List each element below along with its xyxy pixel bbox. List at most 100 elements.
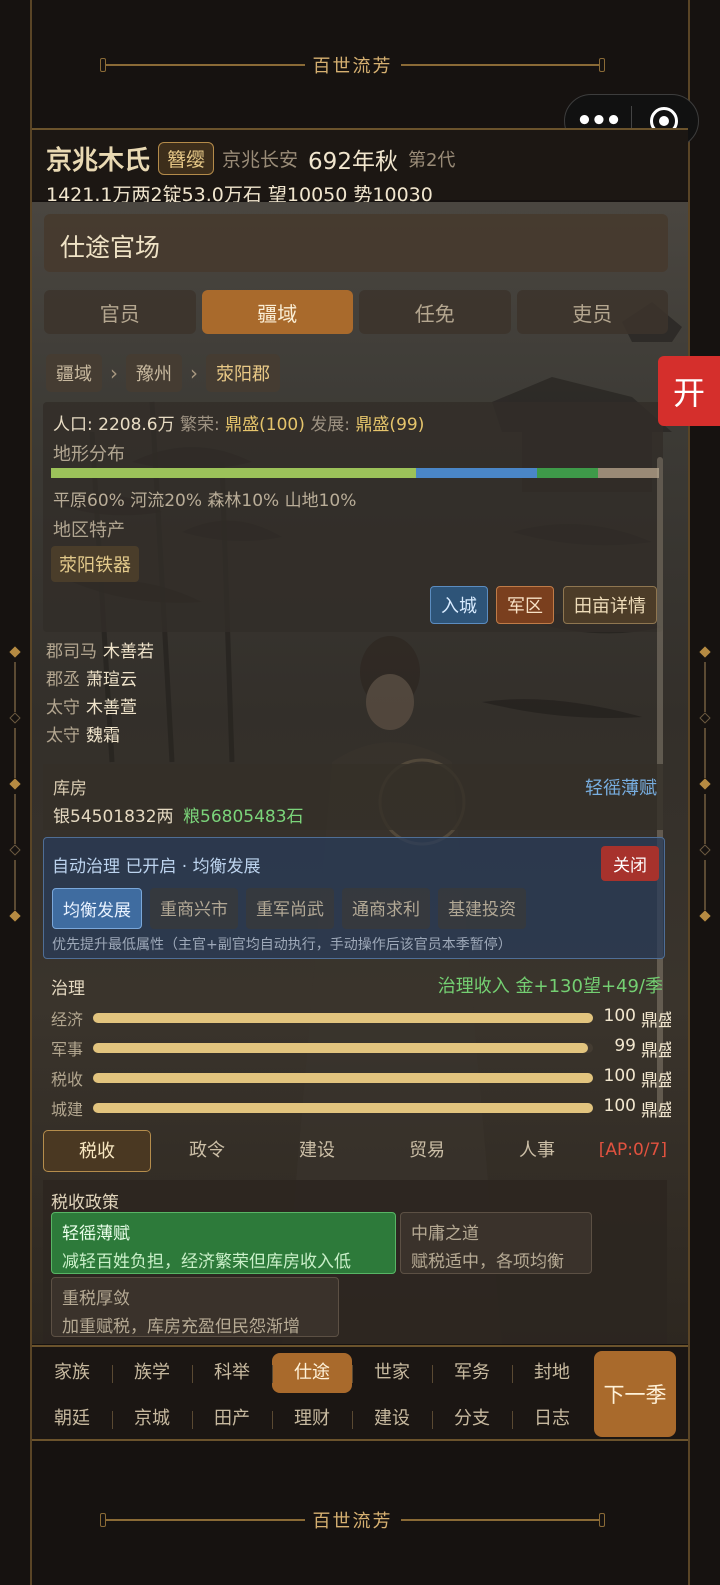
nav-log[interactable]: 日志 xyxy=(512,1399,592,1439)
tab-territory[interactable]: 疆域 xyxy=(201,290,353,334)
chevron-right-icon: › xyxy=(190,361,198,385)
stat-fill xyxy=(93,1103,593,1113)
stat-value: 100 xyxy=(603,1066,636,1086)
nav-family[interactable]: 家族 xyxy=(32,1353,112,1393)
right-side-ornament xyxy=(697,640,713,930)
open-side-button[interactable]: 开 xyxy=(658,356,720,426)
nav-career[interactable]: 仕途 xyxy=(272,1353,352,1393)
development-value: 鼎盛(99) xyxy=(355,415,425,435)
policy-card-light-tax[interactable]: 轻徭薄赋 减轻百姓负担，经济繁荣但库房收入低 xyxy=(51,1212,396,1274)
official-row[interactable]: 郡丞 萧瑄云 xyxy=(46,666,154,694)
stat-value: 100 xyxy=(603,1096,636,1116)
treasury-panel: 库房 轻徭薄赋 银54501832两 粮56805483石 xyxy=(43,764,663,830)
stat-tier: 鼎盛 xyxy=(641,1101,671,1121)
year-label: 692年秋 xyxy=(308,148,398,175)
silver-amount: 银54501832两 xyxy=(53,807,174,827)
nav-construction[interactable]: 建设 xyxy=(352,1399,432,1439)
stat-fill xyxy=(93,1073,593,1083)
treasury-label: 库房 xyxy=(53,779,87,799)
auto-govern-close-button[interactable]: 关闭 xyxy=(601,846,659,881)
terrain-label: 地形分布 xyxy=(53,444,125,465)
tab-officials[interactable]: 官员 xyxy=(44,290,196,334)
mode-infrastructure[interactable]: 基建投资 xyxy=(438,888,526,929)
stat-value: 99 xyxy=(614,1036,636,1056)
governance-panel: 治理 治理收入 金+130望+49/季 经济 100 鼎盛 军事 99 鼎盛 税… xyxy=(43,964,671,1121)
enter-city-button[interactable]: 入城 xyxy=(430,586,488,624)
ornament-line xyxy=(14,794,16,844)
mode-balanced[interactable]: 均衡发展 xyxy=(52,888,142,929)
nav-estates[interactable]: 田产 xyxy=(192,1399,272,1439)
next-season-button[interactable]: 下一季 xyxy=(594,1351,676,1437)
subtab-decrees[interactable]: 政令 xyxy=(153,1130,261,1172)
field-details-button[interactable]: 田亩详情 xyxy=(563,586,657,624)
nav-clan-school[interactable]: 族学 xyxy=(112,1353,192,1393)
specialty-label: 地区特产 xyxy=(53,520,125,541)
stat-military: 军事 99 鼎盛 xyxy=(51,1036,671,1061)
policy-card-heavy-tax[interactable]: 重税厚敛 加重赋税，库房充盈但民怨渐增 xyxy=(51,1277,339,1337)
stat-name: 经济 xyxy=(51,1010,84,1029)
subtab-personnel[interactable]: 人事 xyxy=(483,1130,591,1172)
tab-clerks[interactable]: 吏员 xyxy=(516,290,668,334)
banner-line-left xyxy=(106,64,305,66)
govern-mode-list: 均衡发展 重商兴市 重军尚武 通商求利 基建投资 xyxy=(52,888,526,929)
generation-label: 第2代 xyxy=(407,149,456,171)
breadcrumb-territory[interactable]: 疆域 xyxy=(46,354,102,392)
terrain-distribution-bar xyxy=(51,468,659,478)
policy-card-moderate[interactable]: 中庸之道 赋税适中，各项均衡 xyxy=(400,1212,592,1274)
nav-exam[interactable]: 科举 xyxy=(192,1353,272,1393)
ornament-line xyxy=(14,662,16,712)
stat-economy: 经济 100 鼎盛 xyxy=(51,1006,671,1031)
official-row[interactable]: 太守 木善萱 xyxy=(46,694,154,722)
subtab-trade[interactable]: 贸易 xyxy=(373,1130,481,1172)
mode-trade[interactable]: 通商求利 xyxy=(342,888,430,929)
official-row[interactable]: 太守 魏霜 xyxy=(46,722,154,750)
subtab-tax[interactable]: 税收 xyxy=(43,1130,151,1172)
family-header: 京兆木氏 簪缨 京兆长安 692年秋 第2代 1421.1万两2锭53.0万石 … xyxy=(32,128,688,206)
left-side-ornament xyxy=(7,640,23,930)
stat-fill xyxy=(93,1043,588,1053)
nav-capital[interactable]: 京城 xyxy=(112,1399,192,1439)
population-row: 人口: 2208.6万 繁荣: 鼎盛(100) 发展: 鼎盛(99) xyxy=(53,410,424,435)
stat-fill xyxy=(93,1013,593,1023)
bottom-nav: 家族 族学 科举 仕途 世家 军务 封地 朝廷 京城 田产 理财 建设 分支 日… xyxy=(32,1345,688,1441)
tax-policy-panel: 税收政策 轻徭薄赋 减轻百姓负担，经济繁荣但库房收入低 中庸之道 赋税适中，各项… xyxy=(43,1180,667,1344)
official-name: 木善萱 xyxy=(86,698,137,718)
diamond-icon xyxy=(699,712,711,724)
nav-military[interactable]: 军务 xyxy=(432,1353,512,1393)
banner-line-right xyxy=(400,1519,599,1521)
policy-desc: 加重赋税，库房充盈但民怨渐增 xyxy=(62,1317,300,1337)
nav-finance[interactable]: 理财 xyxy=(272,1399,352,1439)
stat-tier: 鼎盛 xyxy=(641,1071,671,1091)
breadcrumb-province[interactable]: 豫州 xyxy=(126,354,182,392)
subtab-construction[interactable]: 建设 xyxy=(263,1130,371,1172)
diamond-icon xyxy=(699,844,711,856)
ornament-line xyxy=(14,860,16,910)
main-panel: 仕途官场 官员 疆域 任免 吏员 疆域 › 豫州 › 荥阳郡 人口: 2208.… xyxy=(32,202,688,1344)
tab-appointments[interactable]: 任免 xyxy=(359,290,511,334)
breadcrumb: 疆域 › 豫州 › 荥阳郡 xyxy=(46,354,280,392)
terrain-segment xyxy=(598,468,659,478)
mode-commerce[interactable]: 重商兴市 xyxy=(150,888,238,929)
tax-policy-link[interactable]: 轻徭薄赋 xyxy=(585,774,657,800)
stat-tier: 鼎盛 xyxy=(641,1011,671,1031)
diamond-icon xyxy=(699,778,711,790)
stat-construction: 城建 100 鼎盛 xyxy=(51,1096,671,1121)
stat-track xyxy=(93,1103,593,1113)
official-title: 太守 xyxy=(46,726,80,746)
governance-label: 治理 xyxy=(51,979,85,999)
nav-court[interactable]: 朝廷 xyxy=(32,1399,112,1439)
ornament-line xyxy=(704,860,706,910)
stat-name: 城建 xyxy=(51,1100,84,1119)
nav-fief[interactable]: 封地 xyxy=(512,1353,592,1393)
mode-military[interactable]: 重军尚武 xyxy=(246,888,334,929)
policy-name: 重税厚敛 xyxy=(62,1289,130,1309)
stat-track xyxy=(93,1043,593,1053)
military-district-button[interactable]: 军区 xyxy=(496,586,554,624)
banner-cap-right xyxy=(599,1513,605,1527)
policy-subtabs: 税收 政令 建设 贸易 人事 [AP:0/7] xyxy=(43,1130,667,1172)
terrain-text: 平原60% 河流20% 森林10% 山地10% xyxy=(53,491,357,511)
official-row[interactable]: 郡司马 木善若 xyxy=(46,638,154,666)
main-tabs: 官员 疆域 任免 吏员 xyxy=(44,290,668,334)
nav-branches[interactable]: 分支 xyxy=(432,1399,512,1439)
nav-noble-families[interactable]: 世家 xyxy=(352,1353,432,1393)
